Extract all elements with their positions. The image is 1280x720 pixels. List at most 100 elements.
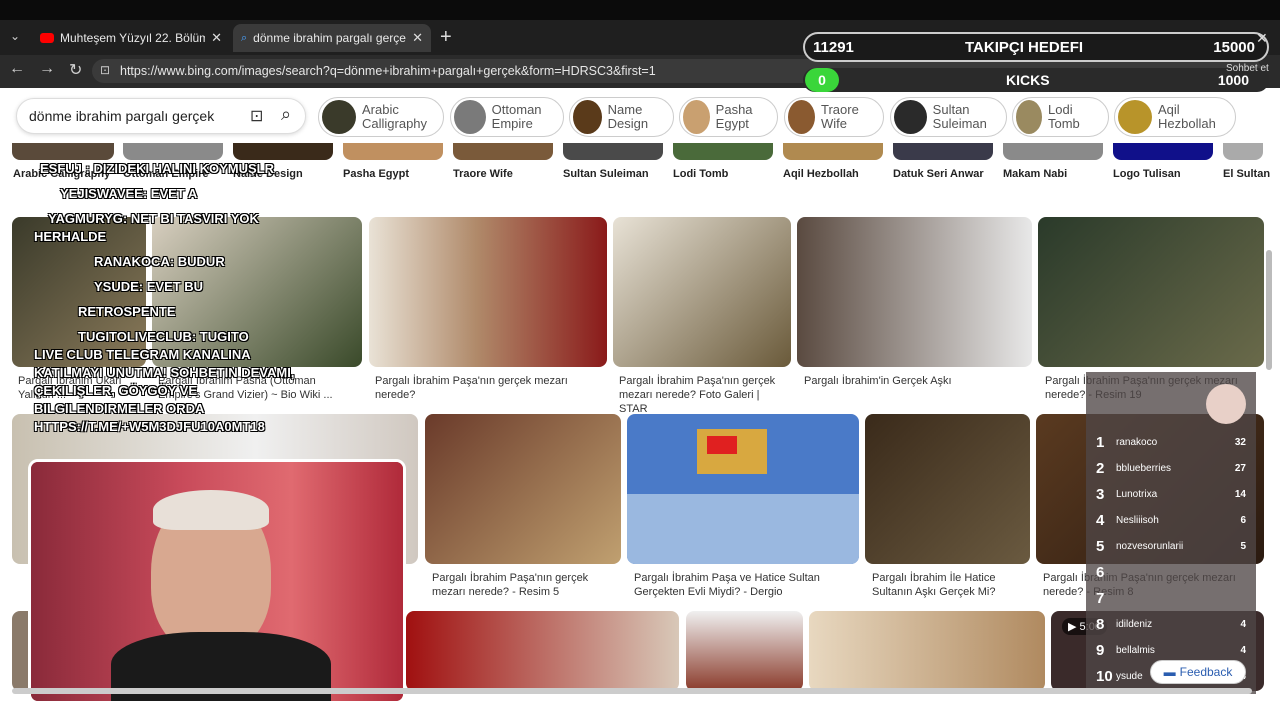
cartoon-ground: [627, 494, 859, 564]
goal-label: TAKIPÇI HEDEFI: [965, 39, 1084, 56]
result-image[interactable]: [686, 611, 803, 691]
chat-message: KATILMAYI UNUTMA! SOHBETIN DEVAMI,: [34, 365, 295, 380]
username: idildeniz: [1116, 618, 1153, 630]
horizontal-scrollbar[interactable]: [12, 688, 1252, 694]
related-thumb[interactable]: [1003, 143, 1103, 160]
chip-ottoman-empire[interactable]: Ottoman Empire: [450, 97, 564, 137]
leaderboard-row: 7: [1096, 587, 1246, 609]
result-caption[interactable]: Pargalı İbrahim Paşa'nın gerçek mezarı n…: [375, 374, 575, 402]
result-image[interactable]: [406, 611, 679, 691]
result-image[interactable]: [865, 414, 1030, 564]
new-tab-icon[interactable]: +: [440, 26, 452, 49]
rank: 6: [1096, 563, 1105, 581]
top-strip: [0, 0, 1280, 20]
related-label[interactable]: Aqil Hezbollah: [783, 168, 859, 180]
visual-search-icon[interactable]: ⊡: [250, 106, 263, 126]
related-thumb[interactable]: [783, 143, 883, 160]
result-caption[interactable]: Pargalı İbrahim İle Hatice Sultanın Aşkı…: [872, 571, 1022, 599]
forward-icon[interactable]: →: [39, 60, 55, 78]
webcam-overlay: [28, 459, 406, 704]
rank: 1: [1096, 433, 1105, 451]
related-thumb[interactable]: [233, 143, 333, 160]
count: 4: [1240, 618, 1246, 630]
reload-icon[interactable]: ↻: [69, 60, 82, 80]
search-icon: ⌕: [241, 31, 248, 44]
result-caption[interactable]: Pargalı İbrahim Paşa'nın gerçek mezarı n…: [619, 374, 789, 416]
username: ranakoco: [1116, 436, 1158, 448]
result-image[interactable]: [809, 611, 1045, 691]
chip-thumbnail: [322, 100, 356, 134]
result-caption[interactable]: Pargalı İbrahim'in Gerçek Aşkı: [804, 374, 1024, 388]
related-label[interactable]: El Sultan: [1223, 168, 1270, 180]
leaderboard-row: 8 idildeniz 4: [1096, 613, 1246, 635]
tab-title: Muhteşem Yüzyıl 22. Bölüm (HD): [60, 31, 206, 45]
chip-thumbnail: [1016, 100, 1042, 134]
chip-lodi-tomb[interactable]: Lodi Tomb: [1012, 97, 1109, 137]
chip-pasha-egypt[interactable]: Pasha Egypt: [679, 97, 778, 137]
chat-message: HERHALDE: [34, 229, 107, 244]
related-thumb[interactable]: [893, 143, 993, 160]
result-image[interactable]: [1038, 217, 1264, 367]
result-image[interactable]: [627, 414, 859, 564]
feedback-button[interactable]: ▬ Feedback: [1150, 660, 1246, 684]
search-icon[interactable]: ⌕: [281, 104, 291, 125]
site-info-icon[interactable]: ⊡: [100, 63, 110, 77]
username: Lunotrixa: [1116, 488, 1158, 500]
related-label[interactable]: Makam Nabi: [1003, 168, 1067, 180]
chip-arabic-calligraphy[interactable]: Arabic Calligraphy: [318, 97, 444, 137]
vertical-scrollbar[interactable]: [1266, 250, 1272, 370]
related-thumb[interactable]: [1223, 143, 1263, 160]
related-label[interactable]: Lodi Tomb: [673, 168, 728, 180]
search-input[interactable]: dönme ibrahim pargalı gerçek: [29, 108, 214, 124]
chat-message: LIVE CLUB TELEGRAM KANALINA: [34, 347, 251, 362]
related-thumb[interactable]: [343, 143, 443, 160]
chip-sultan-suleiman[interactable]: Sultan Suleiman: [890, 97, 1007, 137]
result-caption[interactable]: Pargalı İbrahim Paşa'nın gerçek mezarı n…: [432, 571, 612, 599]
rank: 8: [1096, 615, 1105, 633]
result-image[interactable]: [797, 217, 1032, 367]
chat-message: RETROSPENTE: [78, 304, 176, 319]
count: 32: [1234, 436, 1246, 448]
sohbet-label[interactable]: Sohbet et: [1226, 63, 1269, 74]
chip-traore-wife[interactable]: Traore Wife: [784, 97, 884, 137]
chip-thumbnail: [894, 100, 927, 134]
tab-bing[interactable]: ⌕ dönme ibrahim pargalı gerçek - Se ✕: [233, 24, 431, 52]
result-caption[interactable]: Pargalı İbrahim Paşa ve Hatice Sultan Ge…: [634, 571, 854, 599]
leaderboard-row: 6: [1096, 561, 1246, 583]
username: bblueberries: [1116, 462, 1172, 474]
related-thumb[interactable]: [1113, 143, 1213, 160]
related-thumb[interactable]: [673, 143, 773, 160]
back-icon[interactable]: ←: [9, 60, 25, 78]
related-label[interactable]: Pasha Egypt: [343, 168, 409, 180]
leaderboard-row: 2 bblueberries 27: [1096, 457, 1246, 479]
related-thumb[interactable]: [123, 143, 223, 160]
tab-title: dönme ibrahim pargalı gerçek - Se: [253, 31, 406, 45]
kicks-goal-bar: 0 KICKS 1000: [803, 68, 1269, 92]
tab-youtube[interactable]: Muhteşem Yüzyıl 22. Bölüm (HD) ✕: [32, 24, 230, 52]
chip-label: Arabic Calligraphy: [362, 102, 428, 131]
related-thumb[interactable]: [563, 143, 663, 160]
close-icon[interactable]: ✕: [211, 30, 222, 46]
result-image[interactable]: [425, 414, 621, 564]
related-label[interactable]: Datuk Seri Anwar: [893, 168, 984, 180]
rank: 7: [1096, 589, 1105, 607]
close-icon[interactable]: ✕: [412, 30, 423, 46]
result-image[interactable]: [369, 217, 607, 367]
chip-thumbnail: [454, 100, 486, 134]
tab-list-icon[interactable]: ⌄: [10, 29, 20, 43]
chip-aqil-hezbollah[interactable]: Aqil Hezbollah: [1114, 97, 1236, 137]
youtube-icon: [40, 33, 54, 43]
chip-name-design[interactable]: Name Design: [569, 97, 674, 137]
leaderboard-row: 4 Nesliiisoh 6: [1096, 509, 1246, 531]
related-label[interactable]: Sultan Suleiman: [563, 168, 649, 180]
related-thumb[interactable]: [453, 143, 553, 160]
username: bellalmis: [1116, 644, 1155, 656]
result-image[interactable]: [613, 217, 791, 367]
chip-label: Lodi Tomb: [1048, 102, 1080, 131]
related-label[interactable]: Traore Wife: [453, 168, 513, 180]
avatar: [1206, 384, 1246, 424]
related-thumb[interactable]: [12, 143, 114, 160]
related-label[interactable]: Logo Tulisan: [1113, 168, 1181, 180]
count: 6: [1240, 514, 1246, 526]
close-icon[interactable]: ✕: [1256, 30, 1268, 47]
